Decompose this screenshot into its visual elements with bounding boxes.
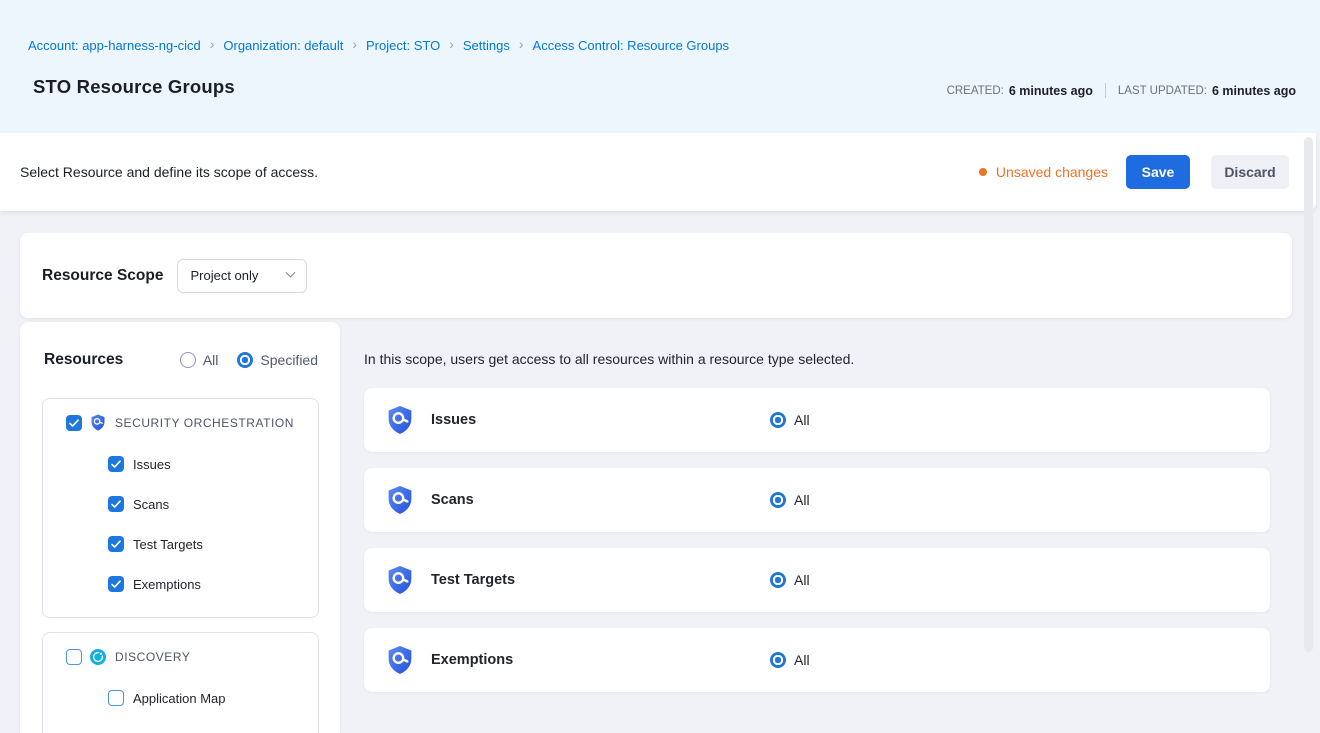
- access-option-all[interactable]: All: [770, 572, 810, 588]
- access-option-label: All: [794, 572, 810, 588]
- unsaved-changes-label: Unsaved changes: [996, 164, 1108, 180]
- radio-selected-icon[interactable]: [237, 352, 253, 368]
- checkbox-discovery[interactable]: [66, 649, 82, 665]
- toolbar-actions: Unsaved changes Save Discard: [979, 155, 1289, 189]
- mode-option-specified-label: Specified: [260, 352, 318, 368]
- mode-option-all[interactable]: All: [180, 352, 219, 368]
- sto-shield-icon: [386, 405, 414, 435]
- resource-group-security-orchestration: SECURITY ORCHESTRATION Issues Scans Test…: [42, 398, 319, 618]
- breadcrumb-organization-link[interactable]: Organization: default: [223, 38, 343, 53]
- resource-scope-label: Resource Scope: [42, 267, 163, 285]
- checkbox-application-map[interactable]: [108, 690, 124, 706]
- resource-card-title: Issues: [431, 412, 476, 428]
- radio-selected-icon[interactable]: [770, 652, 786, 668]
- chevron-right-icon: ›: [519, 37, 524, 53]
- resource-item-label: Scans: [133, 497, 169, 512]
- group-head: SECURITY ORCHESTRATION: [66, 414, 294, 431]
- resource-item-label: Exemptions: [133, 577, 201, 592]
- checkbox-issues[interactable]: [108, 456, 124, 472]
- last-updated-value: 6 minutes ago: [1212, 84, 1296, 98]
- checkmark-icon: [110, 578, 122, 590]
- resource-item-issues: Issues: [108, 456, 171, 472]
- access-option-all[interactable]: All: [770, 492, 810, 508]
- sto-shield-icon: [90, 414, 106, 431]
- breadcrumb-settings-link[interactable]: Settings: [463, 38, 510, 53]
- checkbox-exemptions[interactable]: [108, 576, 124, 592]
- page-header: Account: app-harness-ng-cicd › Organizat…: [0, 0, 1320, 133]
- resource-scope-select[interactable]: Project only: [177, 259, 307, 293]
- resource-card-issues: Issues All: [364, 388, 1270, 452]
- chevron-right-icon: ›: [210, 37, 215, 53]
- access-option-all[interactable]: All: [770, 652, 810, 668]
- access-option-all[interactable]: All: [770, 412, 810, 428]
- resource-card-title: Test Targets: [431, 572, 515, 588]
- resource-card-title: Exemptions: [431, 652, 513, 668]
- resource-item-application-map: Application Map: [108, 690, 226, 706]
- resources-title: Resources: [44, 351, 123, 369]
- group-label: DISCOVERY: [115, 650, 190, 664]
- checkbox-security-orchestration[interactable]: [66, 415, 82, 431]
- checkbox-test-targets[interactable]: [108, 536, 124, 552]
- resource-card-test-targets: Test Targets All: [364, 548, 1270, 612]
- resource-item-test-targets: Test Targets: [108, 536, 203, 552]
- timestamps: CREATED: 6 minutes ago LAST UPDATED: 6 m…: [947, 83, 1296, 98]
- radio-unselected-icon[interactable]: [180, 352, 196, 368]
- created-value: 6 minutes ago: [1009, 84, 1093, 98]
- sto-shield-icon: [386, 645, 414, 675]
- access-option-label: All: [794, 412, 810, 428]
- checkmark-icon: [110, 458, 122, 470]
- checkmark-icon: [68, 417, 80, 429]
- resources-mode-radios: All Specified: [180, 352, 318, 368]
- resource-item-label: Test Targets: [133, 537, 203, 552]
- resource-item-scans: Scans: [108, 496, 169, 512]
- breadcrumb-access-control-link[interactable]: Access Control: Resource Groups: [533, 38, 730, 53]
- resource-item-label: Application Map: [133, 691, 226, 706]
- page-title: STO Resource Groups: [33, 76, 235, 98]
- scope-description: In this scope, users get access to all r…: [364, 351, 854, 367]
- sto-shield-icon: [386, 565, 414, 595]
- radio-selected-icon[interactable]: [770, 492, 786, 508]
- checkbox-scans[interactable]: [108, 496, 124, 512]
- resource-group-discovery: DISCOVERY Application Map: [42, 632, 319, 733]
- resource-scope-selected-value: Project only: [190, 268, 258, 283]
- resource-item-exemptions: Exemptions: [108, 576, 201, 592]
- sto-shield-icon: [386, 485, 414, 515]
- breadcrumb-project-link[interactable]: Project: STO: [366, 38, 440, 53]
- checkmark-icon: [110, 538, 122, 550]
- radio-selected-icon[interactable]: [770, 412, 786, 428]
- unsaved-changes-dot-icon: [979, 168, 987, 176]
- radio-selected-icon[interactable]: [770, 572, 786, 588]
- access-option-label: All: [794, 492, 810, 508]
- group-head: DISCOVERY: [66, 648, 190, 665]
- resource-scope-card: Resource Scope Project only: [20, 233, 1292, 318]
- resources-header: Resources All Specified: [44, 351, 318, 369]
- resource-card-title: Scans: [431, 492, 474, 508]
- checkmark-icon: [110, 498, 122, 510]
- resource-item-label: Issues: [133, 457, 171, 472]
- created-label: CREATED:: [947, 85, 1004, 97]
- vertical-scrollbar[interactable]: [1304, 137, 1313, 652]
- resources-panel: Resources All Specified: [20, 322, 340, 733]
- breadcrumb: Account: app-harness-ng-cicd › Organizat…: [28, 37, 729, 53]
- chevron-right-icon: ›: [449, 37, 454, 53]
- divider: [1105, 83, 1106, 98]
- breadcrumb-account-link[interactable]: Account: app-harness-ng-cicd: [28, 38, 201, 53]
- chevron-right-icon: ›: [352, 37, 357, 53]
- last-updated-label: LAST UPDATED:: [1118, 85, 1207, 97]
- resource-card-scans: Scans All: [364, 468, 1270, 532]
- discovery-icon: [90, 649, 106, 665]
- mode-option-all-label: All: [203, 352, 219, 368]
- mode-option-specified[interactable]: Specified: [237, 352, 318, 368]
- access-option-label: All: [794, 652, 810, 668]
- save-button[interactable]: Save: [1126, 155, 1190, 189]
- discard-button[interactable]: Discard: [1211, 155, 1289, 189]
- toolbar-description: Select Resource and define its scope of …: [20, 164, 318, 180]
- group-label: SECURITY ORCHESTRATION: [115, 416, 294, 430]
- chevron-down-icon: [286, 268, 296, 278]
- toolbar: Select Resource and define its scope of …: [0, 133, 1316, 211]
- resource-card-exemptions: Exemptions All: [364, 628, 1270, 692]
